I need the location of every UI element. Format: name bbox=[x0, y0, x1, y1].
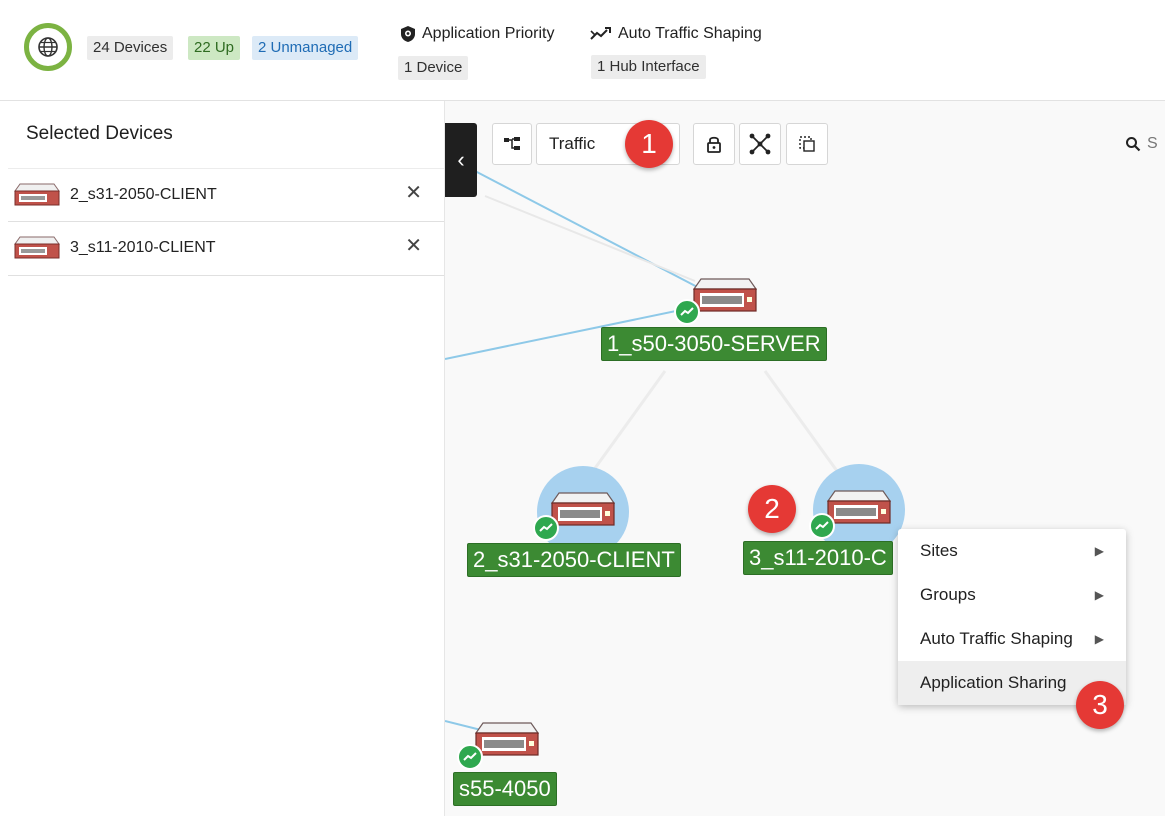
router-icon[interactable] bbox=[551, 491, 615, 529]
selected-device-row[interactable]: 3_s11-2010-CLIENT ✕ bbox=[8, 222, 444, 276]
router-icon bbox=[14, 236, 60, 259]
menu-item-label: Sites bbox=[920, 541, 958, 560]
application-priority-heading: Application Priority bbox=[400, 25, 555, 43]
globe-icon bbox=[38, 37, 58, 57]
node-label[interactable]: 1_s50-3050-SERVER bbox=[601, 327, 827, 361]
topology-map[interactable]: ‹ Traffic S 1_s50-3050-SERVER 2_s31-2050… bbox=[445, 101, 1165, 816]
status-ok-icon bbox=[809, 513, 835, 539]
status-ok-icon bbox=[457, 744, 483, 770]
summary-header: 24 Devices 22 Up 2 Unmanaged Application… bbox=[0, 0, 1165, 101]
collapse-panel-button[interactable]: ‹ bbox=[445, 123, 477, 197]
hub-interface-chip[interactable]: 1 Hub Interface bbox=[591, 55, 706, 79]
callout-badge-2: 2 bbox=[748, 485, 796, 533]
lock-layout-button[interactable] bbox=[693, 123, 735, 165]
auto-traffic-shaping-heading: Auto Traffic Shaping bbox=[590, 25, 762, 43]
node-context-menu: Sites ▶ Groups ▶ Auto Traffic Shaping ▶ … bbox=[898, 529, 1126, 705]
devices-count-chip[interactable]: 24 Devices bbox=[87, 36, 174, 60]
selected-devices-panel: Selected Devices 2_s31-2050-CLIENT ✕ 3_s… bbox=[0, 101, 445, 816]
menu-item-groups[interactable]: Groups ▶ bbox=[898, 573, 1126, 617]
network-icon bbox=[749, 133, 771, 155]
callout-badge-3: 3 bbox=[1076, 681, 1124, 729]
lock-icon bbox=[707, 136, 721, 153]
search-input[interactable]: S bbox=[1147, 135, 1158, 153]
router-icon[interactable] bbox=[693, 277, 757, 315]
panel-title: Selected Devices bbox=[26, 123, 173, 144]
selected-device-row[interactable]: 2_s31-2050-CLIENT ✕ bbox=[8, 168, 444, 222]
shield-icon bbox=[401, 26, 415, 42]
application-priority-title: Application Priority bbox=[422, 25, 555, 42]
globe-status-ring[interactable] bbox=[24, 23, 72, 71]
status-ok-icon bbox=[533, 515, 559, 541]
menu-item-label: Auto Traffic Shaping bbox=[920, 629, 1073, 648]
unmanaged-count-chip[interactable]: 2 Unmanaged bbox=[252, 36, 359, 60]
remove-device-button[interactable]: ✕ bbox=[405, 236, 422, 256]
router-icon bbox=[14, 183, 60, 206]
node-label[interactable]: 3_s11-2010-C bbox=[743, 541, 893, 575]
menu-item-label: Application Sharing bbox=[920, 673, 1067, 692]
menu-item-auto-traffic-shaping[interactable]: Auto Traffic Shaping ▶ bbox=[898, 617, 1126, 661]
menu-item-sites[interactable]: Sites ▶ bbox=[898, 529, 1126, 573]
topology-links bbox=[445, 170, 857, 732]
submenu-arrow-icon: ▶ bbox=[1094, 632, 1104, 646]
selected-device-label: 2_s31-2050-CLIENT bbox=[70, 186, 217, 203]
menu-item-label: Groups bbox=[920, 585, 976, 604]
map-search[interactable]: S bbox=[1125, 135, 1158, 153]
select-area-button[interactable] bbox=[786, 123, 828, 165]
status-ok-icon bbox=[674, 299, 700, 325]
node-label[interactable]: 2_s31-2050-CLIENT bbox=[467, 543, 681, 577]
app-priority-device-chip[interactable]: 1 Device bbox=[398, 56, 469, 80]
submenu-arrow-icon: ▶ bbox=[1094, 588, 1104, 602]
submenu-arrow-icon: ▶ bbox=[1094, 544, 1104, 558]
hierarchy-view-button[interactable] bbox=[492, 123, 532, 165]
auto-traffic-shaping-title: Auto Traffic Shaping bbox=[618, 25, 762, 42]
hierarchy-icon bbox=[504, 137, 520, 150]
callout-badge-1: 1 bbox=[625, 120, 673, 168]
node-label[interactable]: s55-4050 bbox=[453, 772, 557, 806]
network-layout-button[interactable] bbox=[739, 123, 781, 165]
router-icon[interactable] bbox=[827, 489, 891, 527]
selected-device-label: 3_s11-2010-CLIENT bbox=[70, 239, 216, 256]
up-count-chip[interactable]: 22 Up bbox=[188, 36, 241, 60]
dashed-select-icon bbox=[799, 136, 815, 152]
router-icon[interactable] bbox=[475, 721, 539, 759]
remove-device-button[interactable]: ✕ bbox=[405, 183, 422, 203]
search-icon bbox=[1126, 137, 1141, 152]
trend-icon bbox=[590, 27, 611, 40]
